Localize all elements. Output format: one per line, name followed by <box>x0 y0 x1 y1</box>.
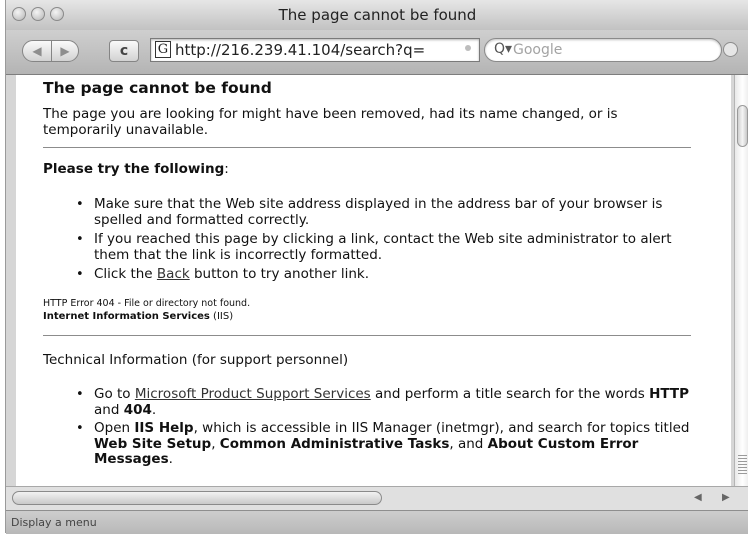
vertical-scrollbar[interactable] <box>734 75 748 486</box>
reload-icon: c <box>119 43 129 59</box>
list-item: Open IIS Help, which is accessible in II… <box>76 420 694 468</box>
tech-heading: Technical Information (for support perso… <box>43 352 349 368</box>
try-heading: Please try the following: <box>43 161 229 177</box>
vertical-scroll-thumb[interactable] <box>737 105 748 147</box>
list-item-text: Go to <box>94 386 135 402</box>
status-text: Display a menu <box>11 516 97 529</box>
list-item-text: button to try another link. <box>189 266 370 282</box>
scroll-right-icon[interactable]: ▶ <box>722 492 730 503</box>
keyword: IIS Help <box>134 420 194 436</box>
list-item: Go to Microsoft Product Support Services… <box>76 386 694 418</box>
back-arrow-icon: ◀ <box>32 44 42 58</box>
server-name: Internet Information Services <box>43 311 210 322</box>
resize-grip-icon[interactable] <box>738 455 747 475</box>
keyword: HTTP <box>649 386 690 402</box>
search-field[interactable]: Q▾ Google <box>484 38 722 62</box>
snapback-icon[interactable] <box>723 42 738 57</box>
window-title: The page cannot be found <box>278 6 477 24</box>
url-text[interactable]: http://216.239.41.104/search?q= <box>175 41 425 59</box>
list-item: Make sure that the Web site address disp… <box>76 196 694 228</box>
keyword: Web Site Setup <box>94 435 212 452</box>
reload-button[interactable]: c <box>109 40 139 62</box>
list-item-text: Click the <box>94 266 157 282</box>
browser-window: The page cannot be found ◀ ▶ c G http://… <box>5 0 748 534</box>
forward-arrow-icon: ▶ <box>60 44 70 58</box>
forward-button[interactable]: ▶ <box>51 40 79 62</box>
try-heading-label: Please try the following <box>43 161 225 177</box>
status-bar: Display a menu <box>6 510 748 534</box>
server-abbr: (IIS) <box>209 311 234 322</box>
list-item-text: Open <box>94 420 135 436</box>
horizontal-scrollbar[interactable]: ◀ ▶ <box>6 486 748 510</box>
list-item-text: , <box>211 435 220 452</box>
list-item-text: , which is accessible in IIS Manager (in… <box>193 420 690 436</box>
keyword: Common Administrative Tasks <box>219 435 450 452</box>
intro-text: The page you are looking for might have … <box>43 106 618 138</box>
back-link[interactable]: Back <box>157 266 190 282</box>
scroll-left-icon[interactable]: ◀ <box>694 492 702 503</box>
list-item-text: . <box>151 401 157 418</box>
divider <box>43 335 691 336</box>
horizontal-scroll-thumb[interactable] <box>12 491 382 505</box>
divider <box>43 147 691 148</box>
favicon-icon: G <box>155 41 171 58</box>
toolbar: ◀ ▶ c G http://216.239.41.104/search?q= … <box>6 30 748 75</box>
list-item-text: . <box>168 451 173 467</box>
search-icon[interactable]: Q▾ <box>494 41 512 57</box>
url-progress-icon <box>465 45 471 51</box>
back-button[interactable]: ◀ <box>22 40 52 62</box>
try-heading-colon: : <box>224 161 229 177</box>
server-info: Internet Information Services (IIS) <box>43 311 233 322</box>
page-title: The page cannot be found <box>43 79 272 97</box>
list-item-text: and perform a title search for the words <box>370 386 650 402</box>
keyword: 404 <box>123 401 152 418</box>
page-content: The page cannot be found The page you ar… <box>16 75 731 486</box>
list-item: If you reached this page by clicking a l… <box>76 231 694 263</box>
list-item-text: , and <box>449 435 488 452</box>
address-bar[interactable]: G http://216.239.41.104/search?q= <box>150 38 480 62</box>
title-bar[interactable]: The page cannot be found <box>6 0 748 30</box>
support-link[interactable]: Microsoft Product Support Services <box>135 386 371 402</box>
search-placeholder: Google <box>513 42 563 58</box>
error-code: HTTP Error 404 - File or directory not f… <box>43 298 251 309</box>
list-item: Click the Back button to try another lin… <box>76 266 694 283</box>
list-item-text: and <box>94 401 124 418</box>
